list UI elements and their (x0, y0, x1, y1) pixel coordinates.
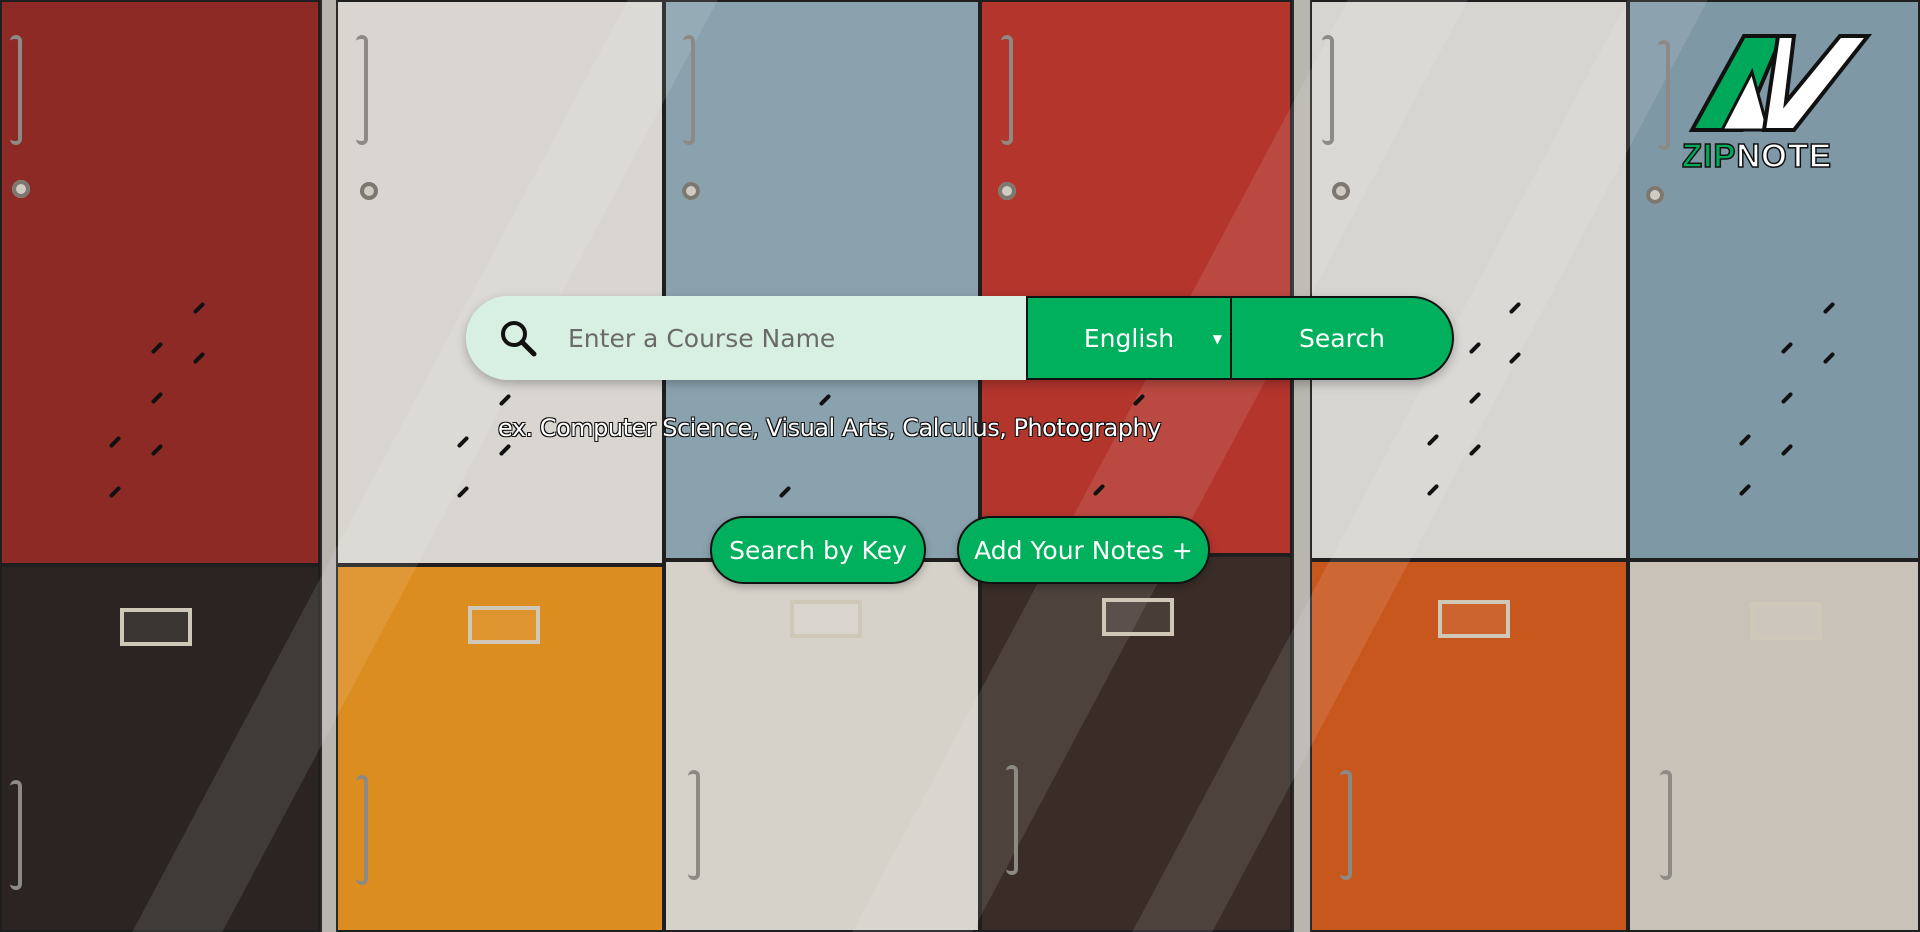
add-notes-button[interactable]: Add Your Notes + (957, 516, 1210, 584)
logo-wordmark: ZIPNOTE (1681, 136, 1833, 175)
search-icon (501, 321, 537, 357)
course-search-bar: English ▼ Search (466, 296, 1454, 380)
logo-wordmark-note: NOTE (1736, 136, 1833, 175)
language-select[interactable]: English ▼ (1026, 296, 1230, 380)
zipnote-logo-icon (1688, 34, 1872, 132)
background-lockers-image (0, 0, 1920, 932)
language-select-value: English (1083, 323, 1175, 353)
zipnote-logo[interactable]: ZIPNOTE (1681, 32, 1882, 175)
search-examples-hint: ex. Computer Science, Visual Arts, Calcu… (498, 414, 1161, 442)
logo-wordmark-zip: ZIP (1681, 136, 1737, 175)
search-by-key-button[interactable]: Search by Key (710, 516, 926, 584)
course-search-input[interactable] (566, 322, 1010, 354)
dropdown-arrow-icon: ▼ (1212, 332, 1222, 346)
search-field-container[interactable] (466, 296, 1026, 380)
search-button[interactable]: Search (1230, 296, 1454, 380)
